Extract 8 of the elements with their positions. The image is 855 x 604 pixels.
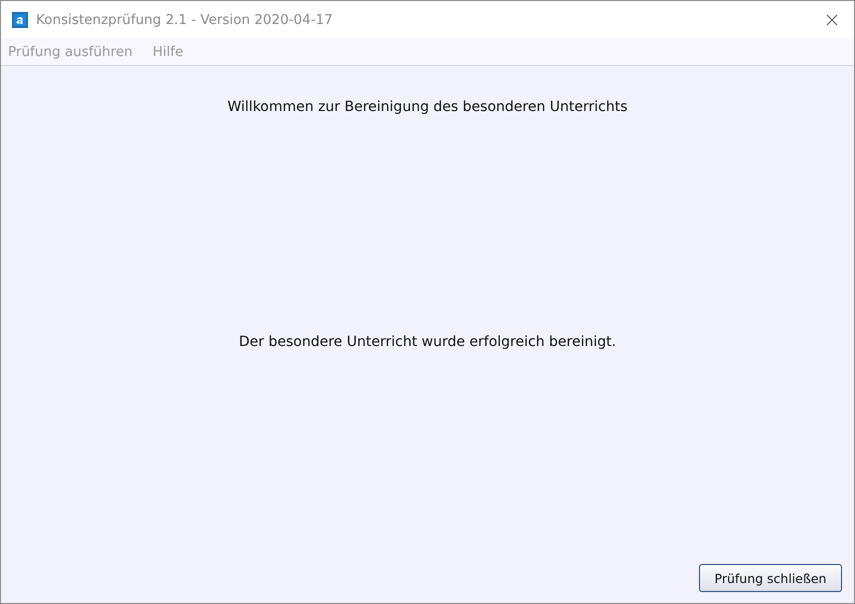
close-check-button[interactable]: Prüfung schließen: [699, 564, 842, 592]
app-icon: [12, 12, 28, 28]
window-title: Konsistenzprüfung 2.1 - Version 2020-04-17: [36, 12, 334, 28]
menu-item[interactable]: Hilfe: [152, 44, 184, 60]
heading: Willkommen zur Bereinigung des besonderen Unterrichts: [227, 99, 628, 115]
close-icon[interactable]: [826, 14, 838, 26]
menu-item[interactable]: Prüfung ausführen: [8, 44, 133, 60]
status-message: Der besondere Unterricht wurde erfolgreich bereinigt.: [238, 334, 616, 350]
